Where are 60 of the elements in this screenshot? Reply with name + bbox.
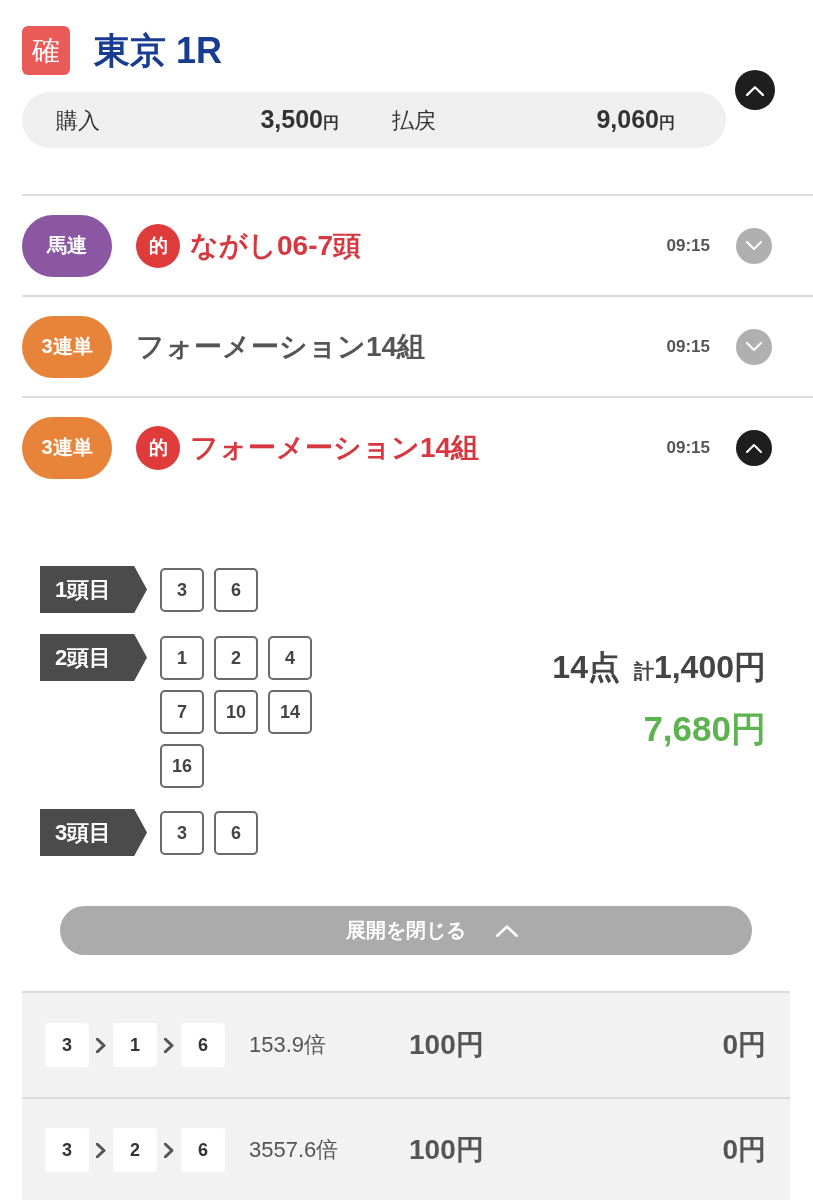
position-label: 2頭目: [40, 634, 147, 681]
horse-number: 6: [214, 568, 258, 612]
collapse-toggle[interactable]: [735, 70, 775, 110]
horse-number: 1: [160, 636, 204, 680]
bet-type-badge: 3連単: [22, 315, 112, 378]
position-label: 3頭目: [40, 809, 147, 856]
summary-amount: 3,500円: [260, 104, 339, 134]
horse-number: 3: [45, 1128, 89, 1172]
bet-time: 09:15: [666, 235, 710, 256]
chevron-up-icon: [746, 442, 762, 453]
horse-number: 4: [268, 636, 312, 680]
expand-toggle[interactable]: [736, 429, 772, 466]
summary-label: 購入: [56, 106, 100, 135]
odds-text: 153.9倍: [249, 1031, 328, 1059]
bet-title: フォーメーション14組: [190, 430, 480, 465]
stake-amount: 100円: [409, 1133, 484, 1167]
points-count: 14点: [552, 648, 620, 687]
bet-type-badge: 馬連: [22, 214, 112, 277]
chevron-right-icon: [164, 1142, 174, 1158]
horse-number: 2: [113, 1128, 157, 1172]
chevron-right-icon: [164, 1037, 174, 1053]
payout-total: 7,680円: [643, 708, 766, 750]
hit-badge: 的: [136, 223, 180, 268]
chevron-up-icon: [746, 84, 764, 96]
odds-text: 3557.6倍: [249, 1136, 340, 1164]
position-label: 1頭目: [40, 566, 147, 613]
bet-time: 09:15: [666, 336, 710, 357]
chevron-right-icon: [96, 1037, 106, 1053]
expand-toggle[interactable]: [736, 227, 772, 264]
total-amount: 計1,400円: [633, 648, 766, 687]
expand-toggle[interactable]: [736, 328, 772, 365]
horse-number: 3: [160, 811, 204, 855]
race-title: 東京 1R: [94, 28, 223, 73]
bet-type-badge: 3連単: [22, 416, 112, 479]
chevron-down-icon: [746, 341, 762, 352]
horse-number: 3: [160, 568, 204, 612]
horse-number: 14: [268, 690, 312, 734]
horse-number: 6: [181, 1128, 225, 1172]
status-badge: 確: [22, 26, 70, 75]
bet-title: ながし06-7頭: [190, 228, 362, 263]
chevron-down-icon: [746, 240, 762, 251]
chevron-right-icon: [96, 1142, 106, 1158]
chevron-up-icon: [496, 924, 518, 937]
horse-number: 16: [160, 744, 204, 788]
horse-number: 2: [214, 636, 258, 680]
payout-amount: 0円: [722, 1133, 766, 1167]
horse-number: 3: [45, 1023, 89, 1067]
horse-number: 7: [160, 690, 204, 734]
horse-number: 1: [113, 1023, 157, 1067]
stake-amount: 100円: [409, 1028, 484, 1062]
hit-badge: 的: [136, 425, 180, 470]
bet-time: 09:15: [666, 437, 710, 458]
collapse-button[interactable]: 展開を閉じる: [60, 906, 752, 955]
horse-number: 6: [181, 1023, 225, 1067]
summary-label: 払戻: [392, 106, 436, 135]
bet-title: フォーメーション14組: [136, 329, 426, 364]
horse-number: 10: [214, 690, 258, 734]
payout-amount: 0円: [722, 1028, 766, 1062]
summary-amount: 9,060円: [596, 104, 675, 134]
horse-number: 6: [214, 811, 258, 855]
